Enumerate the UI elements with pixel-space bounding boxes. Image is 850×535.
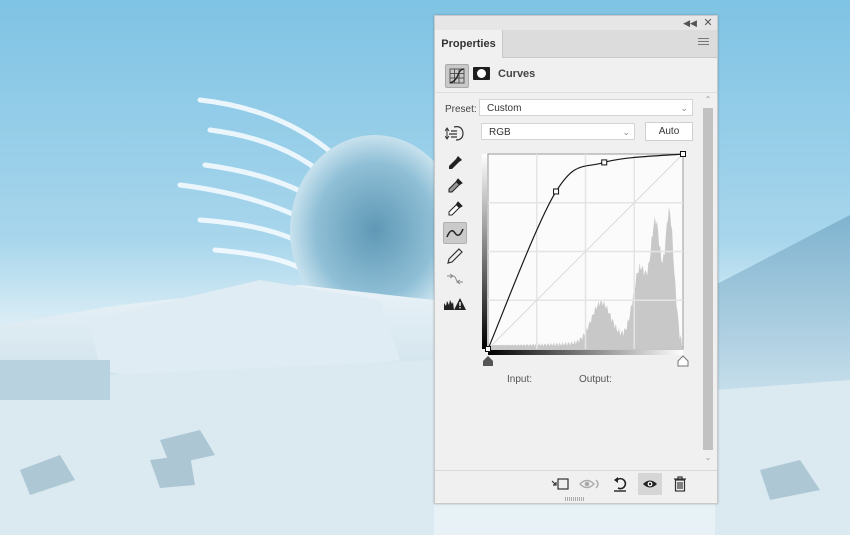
input-label: Input:: [507, 374, 533, 385]
curve-control-point[interactable]: [485, 346, 491, 352]
hand-adjust-icon[interactable]: [444, 123, 467, 143]
clip-to-layer-icon[interactable]: [548, 473, 572, 495]
preset-value: Custom: [487, 103, 522, 114]
sample-gray-point-eyedropper-icon[interactable]: [443, 175, 467, 197]
chevron-down-icon: ⌄: [680, 103, 688, 113]
curves-graph[interactable]: [479, 146, 695, 371]
curve-control-point[interactable]: [601, 159, 608, 166]
scrollbar-thumb[interactable]: [703, 108, 713, 450]
panel-titlebar[interactable]: ◀◀ ✕: [435, 16, 717, 30]
black-point-slider[interactable]: [483, 356, 493, 366]
close-icon[interactable]: ✕: [701, 16, 715, 30]
output-gradient-bar: [482, 154, 487, 349]
layer-mask-icon[interactable]: [473, 67, 490, 80]
properties-panel: ◀◀ ✕ Properties Curves Preset: Custom ⌄: [434, 15, 718, 504]
output-label: Output:: [579, 374, 612, 385]
adjustment-header: Curves: [435, 58, 717, 93]
tab-bar: Properties: [435, 30, 717, 58]
channel-dropdown[interactable]: RGB ⌄: [481, 123, 635, 140]
curve-control-point[interactable]: [680, 151, 686, 157]
scroll-down-icon[interactable]: ⌄: [701, 452, 715, 464]
panel-scrollbar[interactable]: ⌃ ⌄: [701, 94, 715, 465]
scroll-up-icon[interactable]: ⌃: [701, 94, 715, 106]
clipping-warning-icon[interactable]: [443, 293, 467, 315]
input-gradient-bar: [488, 350, 683, 355]
adjustment-title: Curves: [498, 68, 536, 80]
preset-label: Preset:: [445, 104, 477, 115]
chevron-down-icon: ⌄: [622, 127, 630, 137]
resize-grip[interactable]: [565, 497, 585, 501]
ice-scene-image: [0, 0, 850, 535]
preset-dropdown[interactable]: Custom ⌄: [479, 99, 693, 116]
curves-adjustment-icon[interactable]: [445, 64, 469, 88]
sample-white-point-eyedropper-icon[interactable]: [443, 198, 467, 220]
channel-value: RGB: [489, 127, 511, 138]
auto-button[interactable]: Auto: [645, 122, 693, 141]
trash-icon[interactable]: [668, 473, 692, 495]
white-point-slider[interactable]: [677, 355, 689, 367]
toggle-visibility-eye-icon[interactable]: [638, 473, 662, 495]
curve-control-point[interactable]: [553, 188, 560, 195]
smooth-curve-icon[interactable]: [443, 268, 467, 290]
canvas-artwork: [0, 0, 850, 535]
double-chevron-left-icon[interactable]: ◀◀: [683, 16, 697, 30]
edit-points-curve-icon[interactable]: [443, 222, 467, 244]
hamburger-menu-icon[interactable]: [698, 38, 709, 47]
panel-footer: [435, 470, 717, 497]
view-previous-state-icon[interactable]: [578, 473, 602, 495]
tab-properties[interactable]: Properties: [435, 30, 503, 58]
draw-pencil-icon[interactable]: [443, 245, 467, 267]
sample-black-point-eyedropper-icon[interactable]: [443, 152, 467, 174]
reset-icon[interactable]: [608, 473, 632, 495]
